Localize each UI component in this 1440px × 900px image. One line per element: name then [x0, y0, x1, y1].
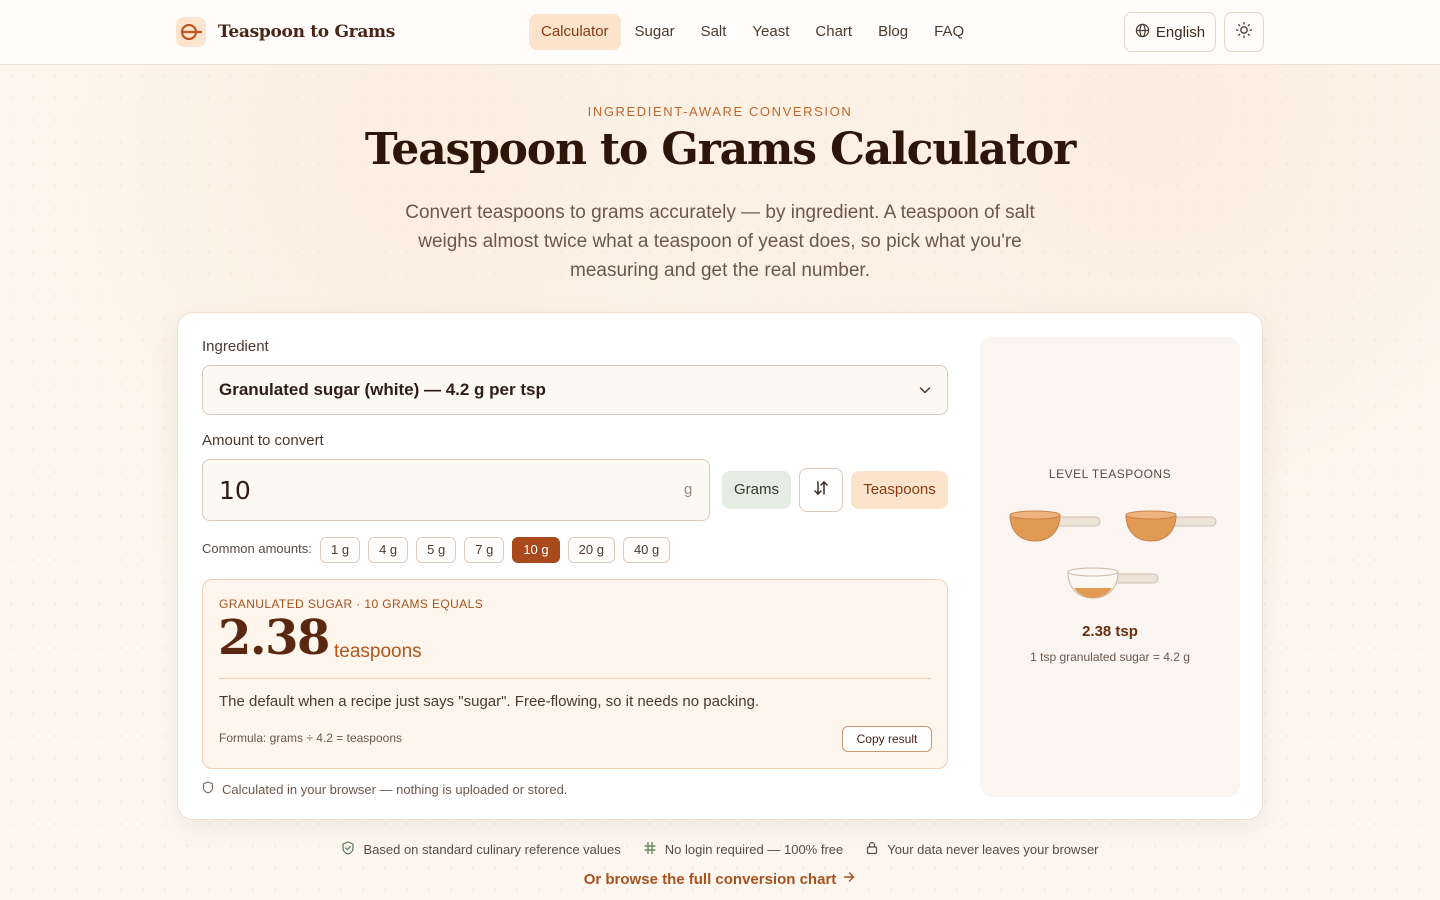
logo-text: Teaspoon to Grams	[218, 22, 396, 42]
amount-unit-suffix: g	[684, 481, 693, 498]
hero-subtitle: Convert teaspoons to grams accurately — …	[405, 202, 1035, 281]
result-note: The default when a recipe just says "sug…	[219, 693, 760, 710]
shield-check-icon	[341, 840, 355, 858]
visual-title: LEVEL TEASPOONS	[1048, 467, 1172, 481]
top-navigation-bar: Teaspoon to Grams Calculator Sugar Salt …	[0, 0, 1440, 65]
common-amounts-label: Common amounts:	[202, 541, 312, 556]
visual-caption: 1 tsp granulated sugar = 4.2 g	[1030, 650, 1190, 664]
spoon-visual-panel: LEVEL TEASPOONS 2.38 tsp 1 tsp granulate…	[980, 337, 1240, 797]
trust-item-privacy: Your data never leaves your browser	[865, 839, 1099, 859]
full-chart-link[interactable]: Or browse the full conversion chart	[0, 870, 1440, 888]
amount-chip-40g[interactable]: 40 g	[622, 537, 671, 563]
language-button[interactable]: English	[1124, 12, 1216, 52]
main-nav: Calculator Sugar Salt Yeast Chart Blog F…	[529, 14, 976, 50]
nav-item-blog[interactable]: Blog	[866, 14, 920, 50]
result-unit: teaspoons	[334, 641, 422, 662]
trust-label: Based on standard culinary reference val…	[363, 841, 621, 857]
nav-item-salt[interactable]: Salt	[689, 14, 739, 50]
copy-result-button[interactable]: Copy result	[842, 726, 932, 752]
result-value: 2.38	[218, 610, 330, 666]
visual-value: 2.38 tsp	[1082, 623, 1138, 640]
arrow-right-icon	[842, 870, 856, 888]
to-unit-teaspoons-button[interactable]: Teaspoons	[851, 471, 948, 509]
amount-chip-5g[interactable]: 5 g	[416, 537, 457, 563]
trust-label: No login required — 100% free	[664, 841, 844, 857]
swap-units-button[interactable]	[799, 468, 843, 512]
result-divider	[219, 678, 931, 679]
amount-chip-7g[interactable]: 7 g	[464, 537, 505, 563]
chevron-down-icon	[917, 382, 933, 402]
spoon-logo-icon	[176, 17, 206, 47]
trust-label: Your data never leaves your browser	[887, 841, 1099, 857]
common-amounts-chips: 1 g 4 g 5 g 7 g 10 g 20 g 40 g	[320, 537, 671, 563]
chart-link-label: Or browse the full conversion chart	[583, 870, 837, 888]
amount-chip-4g[interactable]: 4 g	[368, 537, 409, 563]
calculator-card: Ingredient Granulated sugar (white) — 4.…	[177, 312, 1263, 820]
privacy-note-text: Calculated in your browser — nothing is …	[222, 781, 568, 797]
page-title: Teaspoon to Grams Calculator	[364, 124, 1076, 175]
trust-item-reference: Based on standard culinary reference val…	[341, 839, 621, 859]
sun-icon	[1235, 21, 1253, 43]
ingredient-label: Ingredient	[202, 338, 269, 355]
full-teaspoon-icon	[1124, 509, 1218, 549]
theme-toggle-button[interactable]	[1224, 12, 1264, 52]
ingredient-select[interactable]: Granulated sugar (white) — 4.2 g per tsp	[202, 365, 948, 415]
result-formula: Formula: grams ÷ 4.2 = teaspoons	[219, 731, 403, 745]
hash-icon	[643, 841, 657, 858]
nav-item-chart[interactable]: Chart	[803, 14, 864, 50]
trust-item-free: No login required — 100% free	[643, 839, 844, 859]
amount-chip-10g[interactable]: 10 g	[512, 537, 560, 563]
trust-badges: Based on standard culinary reference val…	[0, 839, 1440, 859]
ingredient-selected-value: Granulated sugar (white) — 4.2 g per tsp	[219, 380, 546, 399]
swap-arrows-icon	[812, 479, 830, 501]
from-unit-grams-button[interactable]: Grams	[722, 471, 791, 509]
nav-item-yeast[interactable]: Yeast	[740, 14, 801, 50]
nav-item-faq[interactable]: FAQ	[922, 14, 976, 50]
amount-label: Amount to convert	[202, 432, 324, 449]
shield-icon	[202, 781, 214, 797]
result-panel: GRANULATED SUGAR · 10 GRAMS EQUALS 2.38 …	[202, 579, 948, 769]
lock-icon	[865, 841, 879, 858]
result-eyebrow: GRANULATED SUGAR · 10 GRAMS EQUALS	[219, 597, 484, 611]
amount-input[interactable]	[202, 459, 710, 521]
amount-chip-20g[interactable]: 20 g	[567, 537, 615, 563]
language-label: English	[1155, 23, 1206, 41]
site-logo[interactable]: Teaspoon to Grams	[176, 16, 395, 48]
partial-teaspoon-icon	[1066, 566, 1160, 606]
full-teaspoon-icon	[1008, 509, 1102, 549]
globe-icon	[1135, 23, 1150, 42]
hero-eyebrow: INGREDIENT-AWARE CONVERSION	[587, 104, 853, 119]
privacy-note: Calculated in your browser — nothing is …	[202, 781, 567, 797]
nav-item-sugar[interactable]: Sugar	[623, 14, 687, 50]
nav-item-calculator[interactable]: Calculator	[529, 14, 621, 50]
amount-chip-1g[interactable]: 1 g	[320, 537, 361, 563]
